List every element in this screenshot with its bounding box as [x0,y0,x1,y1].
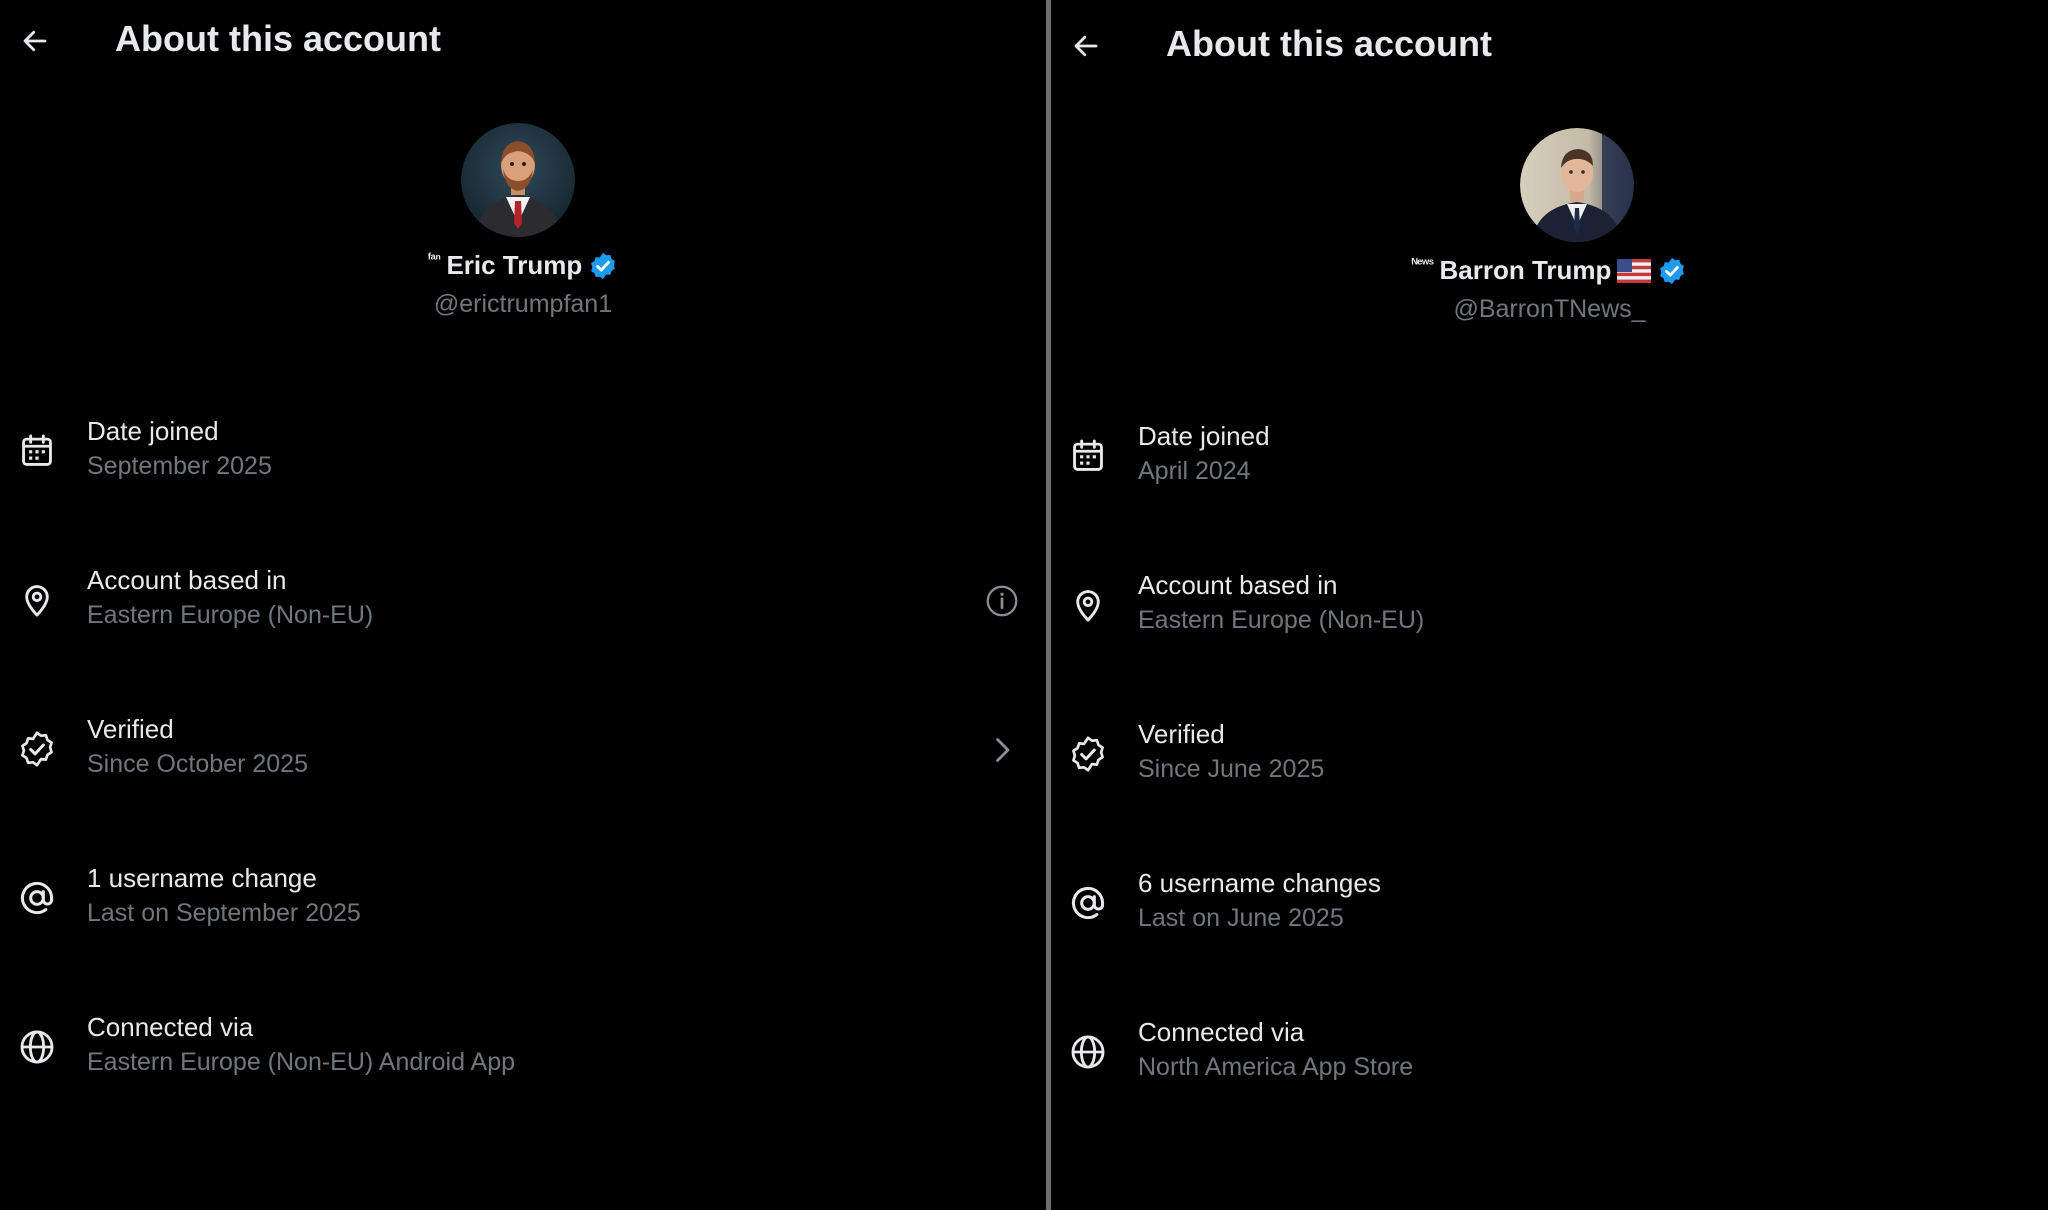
row-title: Connected via [87,1012,254,1042]
verified-check-icon [1072,736,1104,772]
handle: @BarronTNews_ [1453,295,1646,323]
row-title: 1 username change [87,863,317,893]
row-username-changes: 1 username change Last on September 2025 [0,851,1046,951]
page-title: About this account [115,18,441,59]
at-sign-icon [1071,886,1105,920]
row-title: Date joined [87,416,219,446]
row-connected-via: Connected via North America App Store [1051,1005,2048,1105]
row-subtitle: Since June 2025 [1138,755,1325,783]
cartoon-man-avatar-icon [461,123,575,237]
row-account-based-in: Account based in Eastern Europe (Non-EU) [0,553,1046,653]
us-flag-icon [1617,258,1652,283]
verified-badge-icon[interactable] [588,251,618,281]
row-title: Verified [87,714,174,744]
verified-badge-icon[interactable] [1657,256,1687,286]
globe-icon [20,1030,54,1064]
calendar-icon [1073,439,1103,471]
row-title: Connected via [1138,1017,1305,1047]
verified-check-icon [21,731,53,767]
row-title: Verified [1138,719,1225,749]
row-title: Account based in [1138,570,1338,600]
row-subtitle: Last on June 2025 [1138,904,1344,932]
back-button[interactable] [16,22,54,60]
row-title: 6 username changes [1138,868,1381,898]
row-username-changes: 6 username changes Last on June 2025 [1051,856,2048,956]
name-prefix: ᶠᵃⁿ [427,249,441,266]
row-connected-via: Connected via Eastern Europe (Non-EU) An… [0,1000,1046,1100]
row-verified[interactable]: Verified Since October 2025 [0,702,1046,802]
handle: @erictrumpfan1 [433,290,613,318]
row-subtitle: North America App Store [1138,1053,1414,1081]
row-subtitle: Eastern Europe (Non-EU) [87,601,374,629]
page-title: About this account [1166,23,1492,64]
row-subtitle: Eastern Europe (Non-EU) Android App [87,1048,516,1076]
globe-icon [1071,1035,1105,1069]
location-pin-icon [25,585,49,617]
profile-name-row: ᴺᵉʷˢ Barron Trump [1051,255,2048,286]
calendar-icon [22,434,52,466]
display-name: Eric Trump [446,250,583,280]
chevron-right-icon[interactable] [984,732,1020,768]
avatar[interactable] [1520,128,1634,242]
row-title: Account based in [87,565,287,595]
row-subtitle: Since October 2025 [87,750,308,778]
row-subtitle: April 2024 [1138,457,1251,485]
info-circle-icon[interactable] [984,583,1020,619]
row-title: Date joined [1138,421,1270,451]
row-date-joined: Date joined September 2025 [0,404,1046,504]
row-account-based-in: Account based in Eastern Europe (Non-EU) [1051,558,2048,658]
row-subtitle: Eastern Europe (Non-EU) [1138,606,1425,634]
back-button[interactable] [1067,27,1105,65]
man-in-suit-avatar-icon [1520,128,1634,242]
about-account-panel-barron: About this account ᴺᵉʷˢ Barron Trump @Ba… [1051,0,2048,1210]
row-subtitle: September 2025 [87,452,272,480]
arrow-left-icon [23,30,47,52]
row-verified[interactable]: Verified Since June 2025 [1051,707,2048,807]
at-sign-icon [20,881,54,915]
display-name: Barron Trump [1439,255,1612,285]
name-prefix: ᴺᵉʷˢ [1411,254,1434,271]
row-subtitle: Last on September 2025 [87,899,361,927]
arrow-left-icon [1074,35,1098,57]
location-pin-icon [1076,590,1100,622]
row-date-joined: Date joined April 2024 [1051,409,2048,509]
profile-name-row: ᶠᵃⁿ Eric Trump [0,250,1046,281]
avatar[interactable] [461,123,575,237]
about-account-panel-eric: About this account ᶠᵃⁿ Eric Trump @erict… [0,0,1046,1210]
